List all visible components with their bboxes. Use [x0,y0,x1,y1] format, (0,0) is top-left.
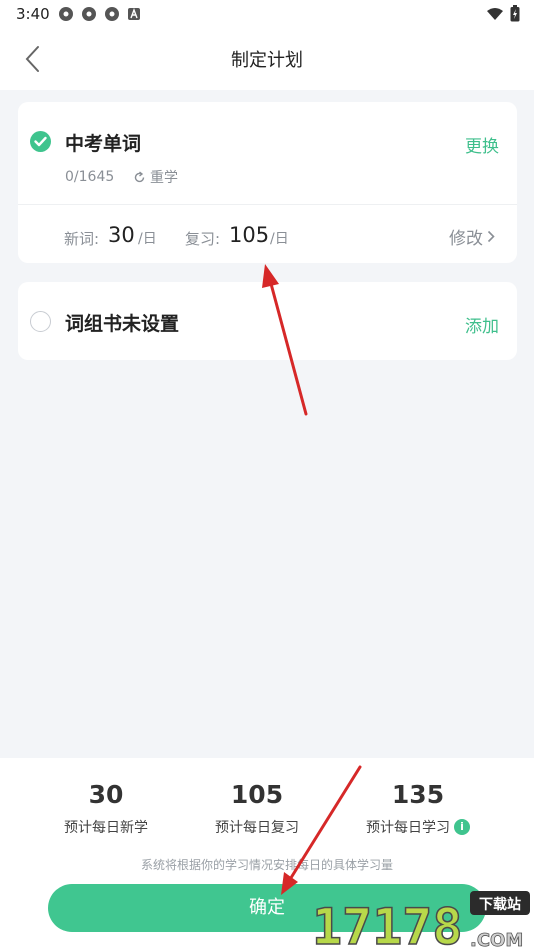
book-name: 中考单词 [65,133,142,155]
summary-total-value: 135 [391,780,445,809]
summary-total-label: 预计每日学习 [366,820,450,836]
status-notification-icons [58,6,143,22]
new-words-label: 新词: [64,230,100,248]
vocab-book-card: 中考单词 更换 0/1645 重学 新词: 30 /日 复习: 105 /日 修… [18,102,517,263]
summary-review-value: 105 [230,780,284,809]
book-progress: 0/1645 [65,169,115,185]
confirm-button[interactable]: 确定 [48,884,486,932]
wifi-icon [486,6,504,25]
summary-new-value: 30 [88,780,124,809]
summary-total: 135 预计每日学习 i [338,780,498,837]
summary-review-label: 预计每日复习 [215,820,299,836]
notification-icon [58,6,74,22]
status-bar: 3:40 [0,0,534,28]
status-time: 3:40 [16,5,50,23]
review-unit: /日 [270,231,289,247]
add-phrase-book-button[interactable]: 添加 [465,312,499,337]
book-selected-check[interactable] [30,131,51,152]
chevron-right-icon [487,230,495,243]
relearn-button[interactable]: 重学 [133,167,178,187]
summary-review: 105 预计每日复习 [177,780,337,837]
review-value: 105 [229,223,270,247]
status-system-icons [486,5,520,26]
phrase-book-radio[interactable] [30,311,51,332]
modify-plan-button[interactable]: 修改 [449,224,495,249]
summary-new: 30 预计每日新学 [26,780,186,837]
check-icon [34,136,47,147]
phrase-book-title: 词组书未设置 [65,313,180,335]
info-icon[interactable]: i [454,819,470,835]
relearn-label: 重学 [150,170,178,186]
summary-new-label: 预计每日新学 [64,820,148,836]
phrase-book-card: 词组书未设置 添加 [18,282,517,360]
review-label: 复习: [185,230,221,248]
notification-icon [81,6,97,22]
new-words-value: 30 [108,223,135,247]
modify-label: 修改 [449,229,483,249]
keyboard-icon [127,6,143,22]
page-title: 制定计划 [231,50,303,71]
new-words-unit: /日 [138,231,157,247]
change-book-button[interactable]: 更换 [465,132,499,157]
top-app-bar: 制定计划 [0,28,534,90]
daily-summary-panel: 30 预计每日新学 105 预计每日复习 135 预计每日学习 i 系统将根据你… [0,758,534,950]
card-divider [18,204,517,205]
summary-note: 系统将根据你的学习情况安排每日的具体学习量 [140,858,393,872]
refresh-icon [134,170,145,182]
notification-icon [104,6,120,22]
battery-icon [510,5,520,26]
